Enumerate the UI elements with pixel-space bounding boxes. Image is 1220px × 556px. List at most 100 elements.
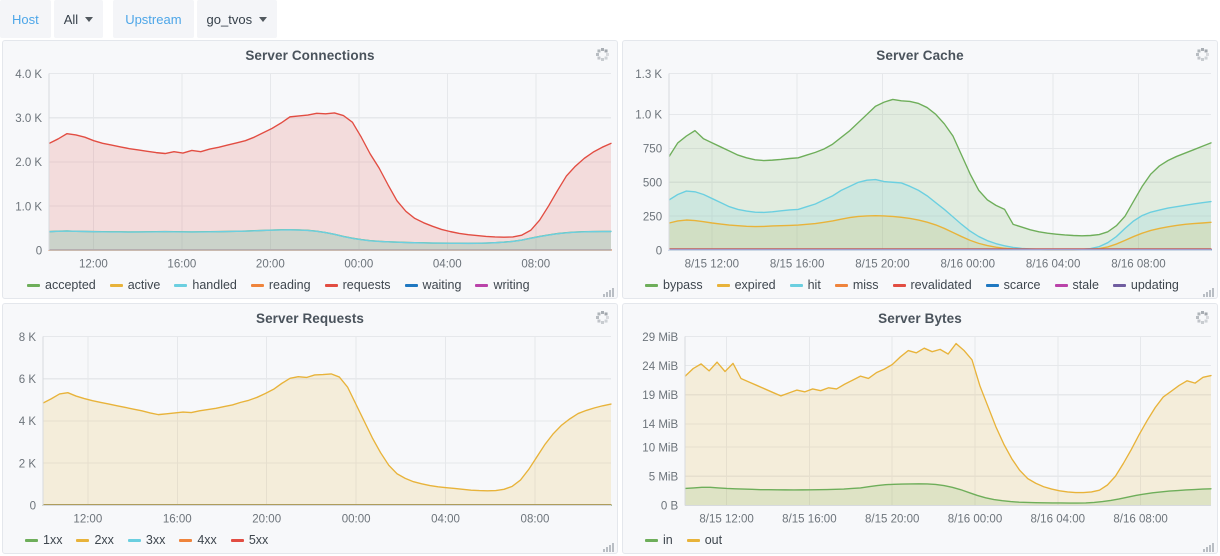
- svg-text:8/16 04:00: 8/16 04:00: [1031, 511, 1086, 525]
- plot-area-server-bytes[interactable]: 0 B 5 MiB 10 MiB 14 MiB 19 MiB 24 MiB 29 MiB 8/…: [623, 328, 1217, 531]
- svg-text:8/16 00:00: 8/16 00:00: [941, 256, 996, 270]
- legend-label: stale: [1072, 278, 1099, 292]
- legend-item-scarce[interactable]: scarce: [985, 278, 1041, 292]
- panel-server-bytes[interactable]: Server Bytes 0 B 5 MiB 10 MiB 14 MiB 19 MiB 24…: [622, 303, 1218, 554]
- svg-text:19 MiB: 19 MiB: [642, 388, 678, 402]
- legend-item-1xx[interactable]: 1xx: [25, 533, 62, 547]
- legend-color-swatch: [25, 538, 38, 542]
- svg-text:0: 0: [36, 243, 43, 257]
- template-variable-upstream: Upstream go_tvos: [113, 0, 278, 38]
- variable-label-upstream: Upstream: [113, 0, 194, 38]
- svg-text:0 B: 0 B: [661, 498, 678, 512]
- legend-label: updating: [1130, 278, 1179, 292]
- svg-text:1.0 K: 1.0 K: [635, 107, 662, 121]
- panel-title-server-connections[interactable]: Server Connections: [3, 41, 617, 65]
- legend-item-active[interactable]: active: [109, 278, 161, 292]
- legend-item-2xx[interactable]: 2xx: [76, 533, 114, 547]
- loading-spinner-icon: [595, 310, 609, 324]
- legend-item-accepted[interactable]: accepted: [27, 278, 96, 292]
- legend-server-bytes: in out: [623, 531, 1217, 553]
- legend-label: 3xx: [145, 533, 166, 547]
- panel-slot: Server Requests 0 2 K 4 K 6 K 8 K 12:00 16:00 20…: [0, 301, 620, 556]
- resize-handle-icon[interactable]: [603, 287, 615, 297]
- svg-text:8/15 20:00: 8/15 20:00: [855, 256, 910, 270]
- panel-server-requests[interactable]: Server Requests 0 2 K 4 K 6 K 8 K 12:00 16:00 20…: [2, 303, 618, 554]
- svg-text:2.0 K: 2.0 K: [15, 155, 42, 169]
- legend-color-swatch: [645, 283, 658, 287]
- legend-color-swatch: [475, 283, 489, 287]
- svg-text:12:00: 12:00: [79, 256, 108, 270]
- legend-item-4xx[interactable]: 4xx: [179, 533, 217, 547]
- legend-color-swatch: [645, 538, 658, 542]
- panel-server-cache[interactable]: Server Cache 0 250 500 750 1.0 K 1.3 K 8/15 12:…: [622, 40, 1218, 299]
- legend-label: waiting: [422, 278, 462, 292]
- legend-item-3xx[interactable]: 3xx: [127, 533, 166, 547]
- panel-title-server-bytes[interactable]: Server Bytes: [623, 304, 1217, 328]
- panel-server-connections[interactable]: Server Connections 0 1.0 K 2.0 K 3.0 K 4.0 K 1…: [2, 40, 618, 299]
- legend-item-in[interactable]: in: [645, 533, 673, 547]
- dashboard-variable-bar: Host All Upstream go_tvos: [0, 0, 1220, 38]
- svg-text:10 MiB: 10 MiB: [642, 440, 678, 454]
- legend-item-hit[interactable]: hit: [789, 278, 821, 292]
- svg-text:29 MiB: 29 MiB: [642, 329, 678, 343]
- resize-handle-icon[interactable]: [1203, 287, 1215, 297]
- legend-label: miss: [852, 278, 879, 292]
- variable-value-text: All: [63, 11, 79, 27]
- svg-text:4.0 K: 4.0 K: [15, 67, 42, 81]
- legend-label: reading: [268, 278, 311, 292]
- variable-label-host: Host: [0, 0, 51, 38]
- svg-text:250: 250: [643, 209, 663, 223]
- legend-color-swatch: [716, 283, 730, 287]
- legend-item-miss[interactable]: miss: [834, 278, 879, 292]
- legend-color-swatch: [324, 283, 338, 287]
- svg-text:8/16 08:00: 8/16 08:00: [1113, 511, 1168, 525]
- svg-text:500: 500: [643, 175, 663, 189]
- legend-item-5xx[interactable]: 5xx: [230, 533, 268, 547]
- legend-item-handled[interactable]: handled: [174, 278, 237, 292]
- plot-area-server-requests[interactable]: 0 2 K 4 K 6 K 8 K 12:00 16:00 20:00 00:00 04:00 08…: [3, 328, 617, 531]
- loading-spinner-icon: [1195, 47, 1209, 61]
- svg-text:8 K: 8 K: [19, 329, 36, 343]
- svg-text:2 K: 2 K: [19, 456, 36, 470]
- svg-text:20:00: 20:00: [252, 511, 281, 525]
- svg-text:0: 0: [656, 243, 663, 257]
- plot-area-server-connections[interactable]: 0 1.0 K 2.0 K 3.0 K 4.0 K 12:00 16:00 20:00 00:0…: [3, 65, 617, 276]
- legend-item-out[interactable]: out: [686, 533, 722, 547]
- svg-text:0: 0: [30, 498, 37, 512]
- legend-color-swatch: [404, 283, 418, 287]
- legend-color-swatch: [230, 538, 244, 542]
- legend-item-revalidated[interactable]: revalidated: [892, 278, 972, 292]
- legend-label: accepted: [45, 278, 96, 292]
- legend-server-connections: accepted active handled reading requests wait…: [3, 276, 617, 298]
- legend-label: active: [127, 278, 161, 292]
- legend-item-writing[interactable]: writing: [475, 278, 530, 292]
- legend-label: 4xx: [197, 533, 217, 547]
- variable-dropdown-upstream[interactable]: go_tvos: [196, 0, 278, 38]
- panel-title-server-requests[interactable]: Server Requests: [3, 304, 617, 328]
- panel-title-server-cache[interactable]: Server Cache: [623, 41, 1217, 65]
- legend-item-updating[interactable]: updating: [1112, 278, 1179, 292]
- legend-item-reading[interactable]: reading: [250, 278, 311, 292]
- svg-text:8/16 08:00: 8/16 08:00: [1111, 256, 1166, 270]
- legend-label: hit: [807, 278, 821, 292]
- svg-text:14 MiB: 14 MiB: [642, 417, 678, 431]
- variable-dropdown-host[interactable]: All: [53, 0, 104, 38]
- legend-label: 2xx: [94, 533, 114, 547]
- legend-server-requests: 1xx 2xx 3xx 4xx 5xx: [3, 531, 617, 553]
- svg-text:8/15 12:00: 8/15 12:00: [685, 256, 740, 270]
- panel-slot: Server Connections 0 1.0 K 2.0 K 3.0 K 4.0 K 1…: [0, 38, 620, 301]
- legend-server-cache: bypass expired hit miss revalidated scarce sta…: [623, 276, 1217, 298]
- legend-item-requests[interactable]: requests: [324, 278, 391, 292]
- plot-area-server-cache[interactable]: 0 250 500 750 1.0 K 1.3 K 8/15 12:00 8/15 16:00…: [623, 65, 1217, 276]
- legend-item-stale[interactable]: stale: [1054, 278, 1099, 292]
- resize-handle-icon[interactable]: [1203, 542, 1215, 552]
- legend-color-swatch: [27, 283, 40, 287]
- legend-item-bypass[interactable]: bypass: [645, 278, 703, 292]
- svg-text:5 MiB: 5 MiB: [649, 469, 679, 483]
- legend-color-swatch: [109, 283, 123, 287]
- svg-text:8/16 04:00: 8/16 04:00: [1026, 256, 1081, 270]
- legend-color-swatch: [1112, 283, 1126, 287]
- legend-item-expired[interactable]: expired: [716, 278, 776, 292]
- legend-item-waiting[interactable]: waiting: [404, 278, 462, 292]
- resize-handle-icon[interactable]: [603, 542, 615, 552]
